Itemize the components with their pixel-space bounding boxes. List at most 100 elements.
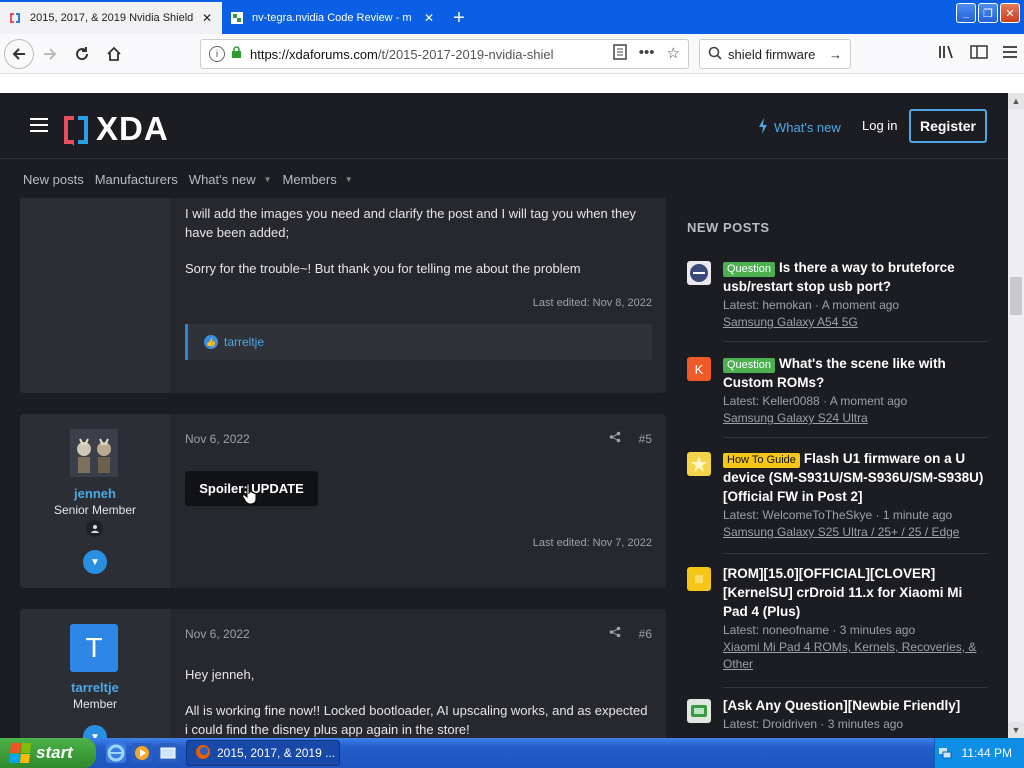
- share-icon[interactable]: [609, 625, 621, 644]
- xda-wordmark: XDA: [96, 110, 169, 147]
- login-link[interactable]: Log in: [862, 118, 897, 133]
- forward-icon[interactable]: [34, 38, 66, 70]
- url-text[interactable]: https://xdaforums.com/t/2015-2017-2019-n…: [250, 47, 613, 62]
- username[interactable]: jenneh: [20, 486, 170, 501]
- library-icon[interactable]: [938, 44, 956, 65]
- tab-close-icon[interactable]: ✕: [200, 11, 214, 25]
- reader-view-icon[interactable]: [613, 44, 627, 64]
- internet-explorer-icon[interactable]: [106, 743, 126, 763]
- share-icon[interactable]: [609, 430, 621, 449]
- latest-meta: Latest: noneofname · 3 minutes ago: [723, 623, 916, 637]
- new-tab-icon[interactable]: +: [444, 2, 474, 34]
- home-icon[interactable]: [98, 38, 130, 70]
- taskbar-firefox-item[interactable]: 2015, 2017, & 2019 ...: [186, 740, 340, 766]
- url-path: /t/2015-2017-2019-nvidia-shiel: [377, 46, 554, 62]
- bookmark-star-icon[interactable]: ☆: [667, 44, 680, 64]
- avatar[interactable]: [70, 429, 118, 477]
- post-number[interactable]: #6: [639, 625, 652, 644]
- sidebar-toggle-icon[interactable]: [970, 44, 988, 65]
- tab-close-icon[interactable]: ✕: [422, 11, 436, 25]
- avatar[interactable]: T: [70, 624, 118, 672]
- post-6: T tarreltje Member ▼ Nov 6, 2022 #6 Hey …: [20, 609, 666, 738]
- last-edited: Last edited: Nov 8, 2022: [532, 297, 652, 309]
- chevron-down-icon[interactable]: ▼: [264, 175, 272, 184]
- hamburger-menu-icon[interactable]: [30, 118, 48, 132]
- whats-new-link[interactable]: What's new: [758, 118, 841, 137]
- user-title: Member: [72, 697, 117, 711]
- nav-whats-new[interactable]: What's new ▼: [189, 172, 272, 187]
- latest-meta: Latest: WelcomeToTheSkye · 1 minute ago: [723, 508, 953, 522]
- scroll-thumb[interactable]: [1010, 277, 1022, 315]
- network-icon[interactable]: [938, 745, 952, 762]
- toolbar-right: [938, 39, 1018, 69]
- minimize-icon[interactable]: _: [956, 3, 976, 23]
- forum-link[interactable]: Samsung Galaxy A54 5G: [723, 314, 988, 331]
- post-number[interactable]: #5: [639, 430, 652, 449]
- thread-title[interactable]: [ROM][15.0][OFFICIAL][CLOVER][KernelSU] …: [723, 566, 962, 619]
- post-actions: #6: [609, 625, 652, 644]
- divider: [723, 341, 988, 342]
- forum-link[interactable]: Samsung Galaxy S25 Ultra / 25+ / 25 / Ed…: [723, 524, 988, 541]
- chevron-down-icon[interactable]: ▼: [345, 175, 353, 184]
- username[interactable]: tarreltje: [20, 680, 170, 695]
- like-icon: 👍: [204, 335, 218, 349]
- back-icon[interactable]: [4, 38, 34, 69]
- thread-title[interactable]: [Ask Any Question][Newbie Friendly]: [723, 698, 960, 713]
- post-text: Sorry for the trouble~! But thank you fo…: [185, 261, 581, 276]
- search-input[interactable]: shield firmware: [728, 47, 829, 62]
- page-scrollbar[interactable]: ▲ ▼: [1008, 93, 1024, 738]
- post-5: jenneh Senior Member ▼ Nov 6, 2022 #5 Sp…: [20, 414, 666, 588]
- forum-link[interactable]: Samsung Galaxy S24 Ultra: [723, 410, 988, 427]
- divider: [723, 553, 988, 554]
- user-avatar-icon: [687, 261, 711, 285]
- media-player-icon[interactable]: [132, 743, 152, 763]
- app-menu-icon[interactable]: [1002, 45, 1018, 64]
- show-desktop-icon[interactable]: [158, 743, 178, 763]
- quick-launch: [106, 743, 178, 763]
- user-panel: [20, 198, 170, 393]
- user-avatar-icon: K: [687, 357, 711, 381]
- question-badge: Question: [723, 358, 776, 373]
- nav-members[interactable]: Members ▼: [283, 172, 353, 187]
- address-bar[interactable]: i https://xdaforums.com/t/2015-2017-2019…: [200, 39, 689, 69]
- start-button[interactable]: start: [0, 738, 96, 768]
- scroll-down-icon[interactable]: ▼: [1008, 722, 1024, 738]
- nav-new-posts[interactable]: New posts: [23, 172, 84, 187]
- search-bar[interactable]: shield firmware →: [699, 39, 851, 69]
- nav-label: Manufacturers: [94, 171, 178, 187]
- info-icon[interactable]: i: [209, 46, 225, 62]
- nav-label: What's new: [188, 171, 256, 187]
- how-to-guide-badge: How To Guide: [723, 453, 800, 468]
- reaction-user[interactable]: tarreltje: [224, 333, 264, 352]
- restore-icon[interactable]: ❐: [978, 3, 998, 23]
- search-go-icon[interactable]: →: [829, 47, 842, 62]
- xda-logo[interactable]: XDA: [62, 110, 169, 148]
- reload-icon[interactable]: [66, 38, 98, 70]
- lightning-icon: [758, 118, 768, 137]
- last-edited: Last edited: Nov 7, 2022: [532, 537, 652, 549]
- windows-taskbar: start 2015, 2017, & 2019 ... 11:44 PM: [0, 738, 1024, 768]
- user-avatar-icon: [687, 452, 711, 476]
- tab-xda-thread[interactable]: 2015, 2017, & 2019 Nvidia Shield ✕: [0, 2, 222, 34]
- reaction-bar[interactable]: 👍 tarreltje: [185, 324, 652, 360]
- register-button[interactable]: Register: [909, 109, 987, 143]
- page-actions-icon[interactable]: •••: [639, 44, 655, 64]
- nav-label: New posts: [23, 171, 84, 187]
- tab-nvidia-review[interactable]: nv-tegra.nvidia Code Review - m ✕: [222, 2, 444, 34]
- user-badge-icon[interactable]: [86, 520, 103, 537]
- expand-user-icon[interactable]: ▼: [83, 725, 107, 738]
- browser-nav-bar: i https://xdaforums.com/t/2015-2017-2019…: [0, 34, 1024, 74]
- expand-user-icon[interactable]: ▼: [83, 550, 107, 574]
- xda-bracket-logo-icon: [62, 113, 92, 146]
- post-date[interactable]: Nov 6, 2022: [185, 430, 250, 449]
- question-badge: Question: [723, 262, 776, 277]
- post-date[interactable]: Nov 6, 2022: [185, 625, 250, 644]
- nav-manufacturers[interactable]: Manufacturers: [95, 172, 178, 187]
- close-window-icon[interactable]: ✕: [1000, 3, 1020, 23]
- url-host: https://xdaforums.com: [250, 46, 378, 62]
- lock-icon[interactable]: [231, 46, 242, 62]
- scroll-up-icon[interactable]: ▲: [1008, 93, 1024, 109]
- browser-tab-bar: 2015, 2017, & 2019 Nvidia Shield ✕ nv-te…: [0, 0, 1024, 34]
- tab-title: 2015, 2017, & 2019 Nvidia Shield: [30, 12, 194, 24]
- forum-link[interactable]: Xiaomi Mi Pad 4 ROMs, Kernels, Recoverie…: [723, 639, 988, 673]
